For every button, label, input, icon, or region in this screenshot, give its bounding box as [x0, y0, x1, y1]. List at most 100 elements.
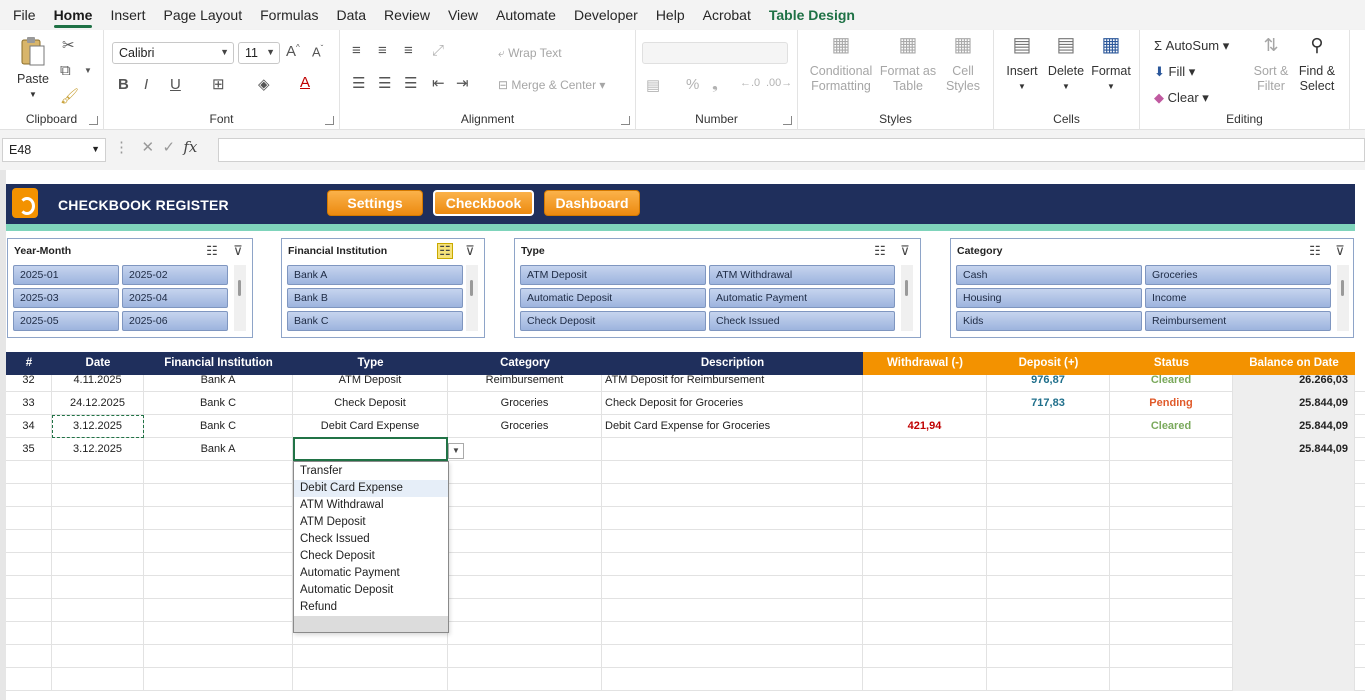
cell-type[interactable]: [293, 645, 448, 668]
cell-date[interactable]: [52, 576, 144, 599]
cell-wd[interactable]: [863, 645, 987, 668]
slicer-scrollbar[interactable]: [1337, 265, 1349, 331]
clear-filter-icon[interactable]: ⊽: [462, 243, 478, 259]
cell-date[interactable]: [52, 461, 144, 484]
cell-styles-button[interactable]: ▦ Cell Styles: [938, 35, 988, 94]
cell-cat[interactable]: [448, 461, 602, 484]
slicer-item[interactable]: Check Issued: [709, 311, 895, 331]
cell-dep[interactable]: [987, 415, 1110, 438]
col-header-date[interactable]: Date: [52, 352, 144, 375]
slicer-item[interactable]: 2025-01: [13, 265, 119, 285]
col-header-balance[interactable]: Balance on Date: [1233, 352, 1355, 375]
borders-icon[interactable]: ⊞: [212, 75, 225, 93]
menu-review[interactable]: Review: [375, 0, 439, 30]
cell-status[interactable]: [1110, 668, 1233, 691]
cell-cat[interactable]: [448, 553, 602, 576]
cell-dep[interactable]: [987, 576, 1110, 599]
cell-cat[interactable]: [448, 622, 602, 645]
wrap-text-button[interactable]: ⤶ Wrap Text: [498, 46, 562, 61]
middle-align-icon[interactable]: ≡: [378, 42, 387, 59]
col-header-type[interactable]: Type: [293, 352, 448, 375]
cell-wd[interactable]: [863, 599, 987, 622]
multi-select-icon[interactable]: ☷: [204, 243, 220, 259]
cell-num[interactable]: [6, 484, 52, 507]
cell-wd[interactable]: [863, 507, 987, 530]
cell-date[interactable]: [52, 645, 144, 668]
cell-desc[interactable]: [602, 576, 863, 599]
format-cells-button[interactable]: ▦ Format ▼: [1088, 35, 1134, 94]
col-header-status[interactable]: Status: [1110, 352, 1233, 375]
accounting-icon[interactable]: ▤: [646, 76, 660, 94]
menu-formulas[interactable]: Formulas: [251, 0, 327, 30]
cell-status[interactable]: Cleared: [1110, 375, 1233, 392]
bold-button[interactable]: B: [118, 76, 129, 93]
decrease-font-icon[interactable]: Aˇ: [312, 44, 323, 59]
menu-view[interactable]: View: [439, 0, 487, 30]
align-left-icon[interactable]: ☰: [352, 74, 365, 92]
copy-icon[interactable]: ⧉: [60, 62, 71, 79]
col-header-withdrawal[interactable]: Withdrawal (-): [863, 352, 987, 375]
dialog-launcher-icon[interactable]: [89, 116, 98, 125]
cell-bal[interactable]: [1233, 599, 1355, 622]
cell-wd[interactable]: [863, 530, 987, 553]
cell-date[interactable]: [52, 507, 144, 530]
cell-bal[interactable]: 25.844,09: [1233, 438, 1355, 461]
decrease-decimal-icon[interactable]: .00→: [766, 77, 792, 89]
slicer-scrollbar[interactable]: [901, 265, 913, 331]
dropdown-option[interactable]: Automatic Deposit: [294, 582, 448, 599]
cell-num[interactable]: [6, 576, 52, 599]
cell-status[interactable]: [1110, 461, 1233, 484]
cell-cat[interactable]: [448, 507, 602, 530]
format-as-table-button[interactable]: ▦ Format as Table: [878, 35, 938, 94]
cell-inst[interactable]: [144, 576, 293, 599]
cell-dep[interactable]: 717,83: [987, 392, 1110, 415]
multi-select-icon[interactable]: ☷: [1307, 243, 1323, 259]
comma-icon[interactable]: ❟: [712, 76, 718, 93]
slicer-item[interactable]: 2025-05: [13, 311, 119, 331]
slicer-item[interactable]: Bank A: [287, 265, 463, 285]
cell-date[interactable]: [52, 622, 144, 645]
dropdown-option[interactable]: Refund: [294, 599, 448, 616]
cell-bal[interactable]: [1233, 484, 1355, 507]
cell-cat[interactable]: [448, 668, 602, 691]
font-size-combo[interactable]: 11 ▼: [238, 42, 280, 64]
slicer-item[interactable]: 2025-03: [13, 288, 119, 308]
name-box[interactable]: E48 ▼: [2, 138, 106, 162]
menu-automate[interactable]: Automate: [487, 0, 565, 30]
cell-desc[interactable]: [602, 484, 863, 507]
function-icon[interactable]: fx: [183, 138, 197, 156]
cell-inst[interactable]: [144, 530, 293, 553]
cell-dep[interactable]: [987, 438, 1110, 461]
cell-date[interactable]: [52, 668, 144, 691]
font-name-combo[interactable]: Calibri ▼: [112, 42, 234, 64]
dropdown-arrow-icon[interactable]: ▼: [448, 443, 464, 459]
align-center-icon[interactable]: ☰: [378, 74, 391, 92]
dialog-launcher-icon[interactable]: [325, 116, 334, 125]
cell-num[interactable]: [6, 599, 52, 622]
cell-wd[interactable]: [863, 576, 987, 599]
cell-bal[interactable]: [1233, 461, 1355, 484]
cell-desc[interactable]: [602, 553, 863, 576]
dropdown-option[interactable]: Automatic Payment: [294, 565, 448, 582]
cell-status[interactable]: Cleared: [1110, 415, 1233, 438]
multi-select-icon[interactable]: ☷: [437, 243, 453, 259]
cancel-icon[interactable]: ✕: [142, 139, 155, 156]
cell-type[interactable]: Check Deposit: [293, 392, 448, 415]
cell-num[interactable]: [6, 622, 52, 645]
cell-bal[interactable]: 25.844,09: [1233, 392, 1355, 415]
cut-icon[interactable]: ✂: [62, 36, 75, 54]
cell-status[interactable]: [1110, 484, 1233, 507]
increase-indent-icon[interactable]: ⇥: [456, 74, 469, 92]
col-header-num[interactable]: #: [6, 352, 52, 375]
cell-status[interactable]: [1110, 645, 1233, 668]
italic-button[interactable]: I: [144, 76, 148, 93]
menu-home[interactable]: Home: [45, 0, 102, 30]
cell-date[interactable]: 4.11.2025: [52, 375, 144, 392]
cell-dep[interactable]: [987, 668, 1110, 691]
menu-file[interactable]: File: [4, 0, 45, 30]
cell-num[interactable]: [6, 553, 52, 576]
dropdown-option[interactable]: Transfer: [294, 463, 448, 480]
cell-cat[interactable]: [448, 484, 602, 507]
cell-inst[interactable]: Bank C: [144, 392, 293, 415]
cell-desc[interactable]: [602, 530, 863, 553]
